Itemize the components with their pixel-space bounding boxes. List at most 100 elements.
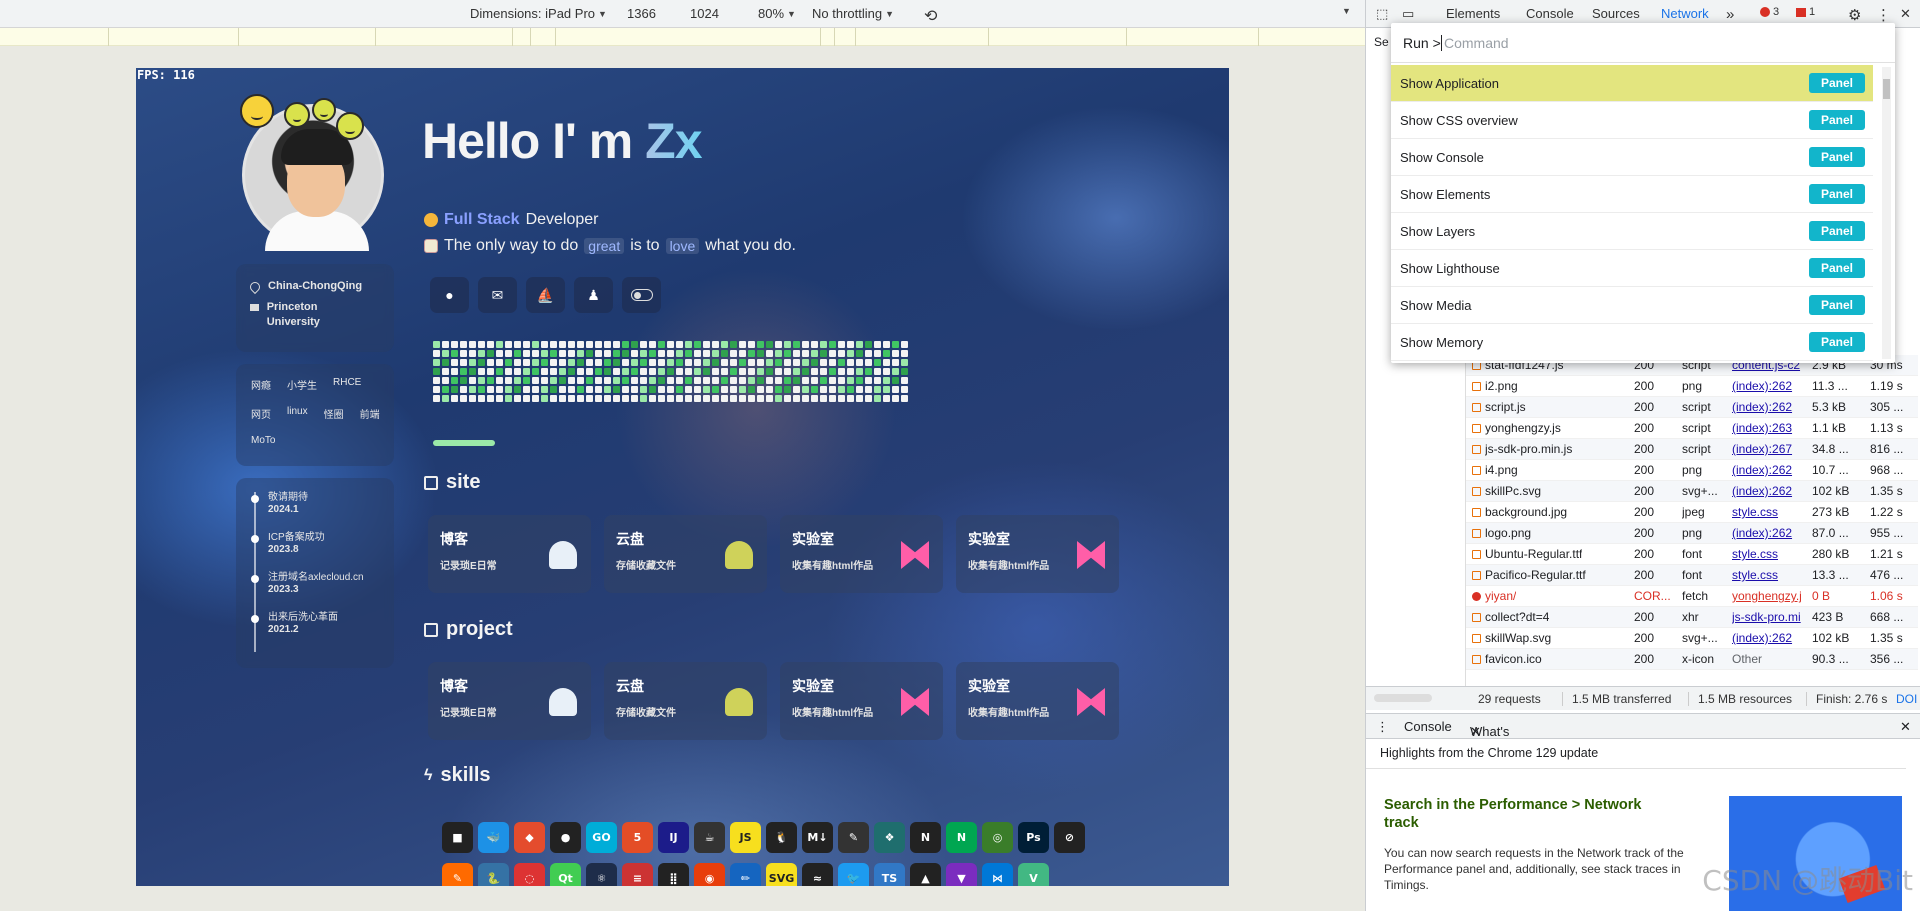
contribution-cell[interactable] (595, 359, 602, 366)
contribution-cell[interactable] (631, 377, 638, 384)
contribution-cell[interactable] (784, 395, 791, 402)
request-initiator[interactable]: (index):263 (1732, 421, 1808, 435)
contribution-cell[interactable] (712, 341, 719, 348)
contribution-cell[interactable] (433, 386, 440, 393)
contribution-cell[interactable] (532, 341, 539, 348)
contribution-cell[interactable] (775, 386, 782, 393)
command-item[interactable]: Show Lighthouse Panel (1391, 250, 1873, 287)
contribution-cell[interactable] (784, 368, 791, 375)
contribution-cell[interactable] (550, 350, 557, 357)
contribution-cell[interactable] (586, 341, 593, 348)
contribution-cell[interactable] (766, 377, 773, 384)
contribution-cell[interactable] (892, 395, 899, 402)
width-input[interactable]: 1366 (627, 6, 656, 21)
request-initiator[interactable]: yonghengzy.j (1732, 589, 1808, 603)
contribution-cell[interactable] (703, 395, 710, 402)
contribution-cell[interactable] (667, 386, 674, 393)
contribution-cell[interactable] (442, 386, 449, 393)
contribution-cell[interactable] (451, 359, 458, 366)
contribution-cell[interactable] (802, 359, 809, 366)
contribution-cell[interactable] (631, 368, 638, 375)
contribution-cell[interactable] (802, 377, 809, 384)
contribution-cell[interactable] (622, 341, 629, 348)
contribution-cell[interactable] (505, 350, 512, 357)
contribution-cell[interactable] (622, 359, 629, 366)
contribution-cell[interactable] (712, 395, 719, 402)
contribution-cell[interactable] (721, 341, 728, 348)
contribution-cell[interactable] (469, 386, 476, 393)
contribution-cell[interactable] (865, 395, 872, 402)
contribution-cell[interactable] (838, 368, 845, 375)
contribution-cell[interactable] (622, 350, 629, 357)
contribution-cell[interactable] (820, 368, 827, 375)
contribution-cell[interactable] (550, 359, 557, 366)
contribution-cell[interactable] (820, 395, 827, 402)
network-row[interactable]: i4.png 200 png (index):262 10.7 ... 968 ... (1466, 460, 1918, 481)
contribution-cell[interactable] (829, 359, 836, 366)
contribution-cell[interactable] (730, 368, 737, 375)
network-row[interactable]: logo.png 200 png (index):262 87.0 ... 955 ... (1466, 523, 1918, 544)
contribution-cell[interactable] (847, 368, 854, 375)
contribution-cell[interactable] (802, 350, 809, 357)
contribution-cell[interactable] (766, 350, 773, 357)
contribution-cell[interactable] (568, 350, 575, 357)
contribution-cell[interactable] (550, 368, 557, 375)
contribution-cell[interactable] (694, 368, 701, 375)
contribution-cell[interactable] (667, 359, 674, 366)
tab-console[interactable]: Console (1526, 6, 1574, 21)
contribution-cell[interactable] (883, 368, 890, 375)
contribution-cell[interactable] (874, 377, 881, 384)
tab-elements[interactable]: Elements (1446, 6, 1500, 21)
contribution-cell[interactable] (523, 386, 530, 393)
project-tile[interactable]: 博客 记录琐E日常 (428, 662, 591, 740)
contribution-cell[interactable] (586, 386, 593, 393)
contribution-cell[interactable] (469, 377, 476, 384)
close-icon[interactable]: ✕ (1470, 724, 1481, 740)
contribution-cell[interactable] (586, 350, 593, 357)
contribution-cell[interactable] (649, 395, 656, 402)
contribution-cell[interactable] (559, 377, 566, 384)
request-initiator[interactable]: (index):262 (1732, 631, 1808, 645)
contribution-cell[interactable] (595, 386, 602, 393)
contribution-cell[interactable] (478, 377, 485, 384)
contribution-cell[interactable] (892, 386, 899, 393)
contribution-cell[interactable] (811, 368, 818, 375)
contribution-cell[interactable] (838, 341, 845, 348)
contribution-cell[interactable] (748, 359, 755, 366)
contribution-cell[interactable] (541, 377, 548, 384)
contribution-cell[interactable] (685, 350, 692, 357)
contribution-cell[interactable] (550, 341, 557, 348)
contribution-cell[interactable] (811, 350, 818, 357)
contribution-cell[interactable] (712, 359, 719, 366)
contribution-cell[interactable] (901, 368, 908, 375)
contribution-cell[interactable] (883, 359, 890, 366)
contribution-cell[interactable] (784, 386, 791, 393)
contribution-cell[interactable] (883, 350, 890, 357)
contribution-cell[interactable] (766, 359, 773, 366)
contribution-cell[interactable] (631, 341, 638, 348)
contribution-cell[interactable] (721, 350, 728, 357)
command-item[interactable]: Show Elements Panel (1391, 176, 1873, 213)
contribution-cell[interactable] (703, 359, 710, 366)
contribution-cell[interactable] (730, 377, 737, 384)
contribution-cell[interactable] (883, 341, 890, 348)
contribution-cell[interactable] (676, 395, 683, 402)
contribution-cell[interactable] (892, 350, 899, 357)
contribution-cell[interactable] (892, 368, 899, 375)
command-item[interactable]: Show CSS overview Panel (1391, 102, 1873, 139)
contribution-cell[interactable] (892, 359, 899, 366)
contribution-cell[interactable] (739, 341, 746, 348)
contribution-cell[interactable] (730, 350, 737, 357)
network-row[interactable]: js-sdk-pro.min.js 200 script (index):267 34.… (1466, 439, 1918, 460)
contribution-cell[interactable] (739, 395, 746, 402)
error-count-badge[interactable]: 3 (1760, 6, 1779, 18)
contribution-cell[interactable] (622, 368, 629, 375)
contribution-cell[interactable] (577, 395, 584, 402)
contribution-cell[interactable] (451, 341, 458, 348)
contribution-cell[interactable] (433, 377, 440, 384)
contribution-cell[interactable] (739, 377, 746, 384)
tag-item[interactable]: RHCE (328, 376, 366, 393)
contribution-cell[interactable] (676, 350, 683, 357)
command-item[interactable]: Show Console Panel (1391, 139, 1873, 176)
contribution-cell[interactable] (829, 386, 836, 393)
